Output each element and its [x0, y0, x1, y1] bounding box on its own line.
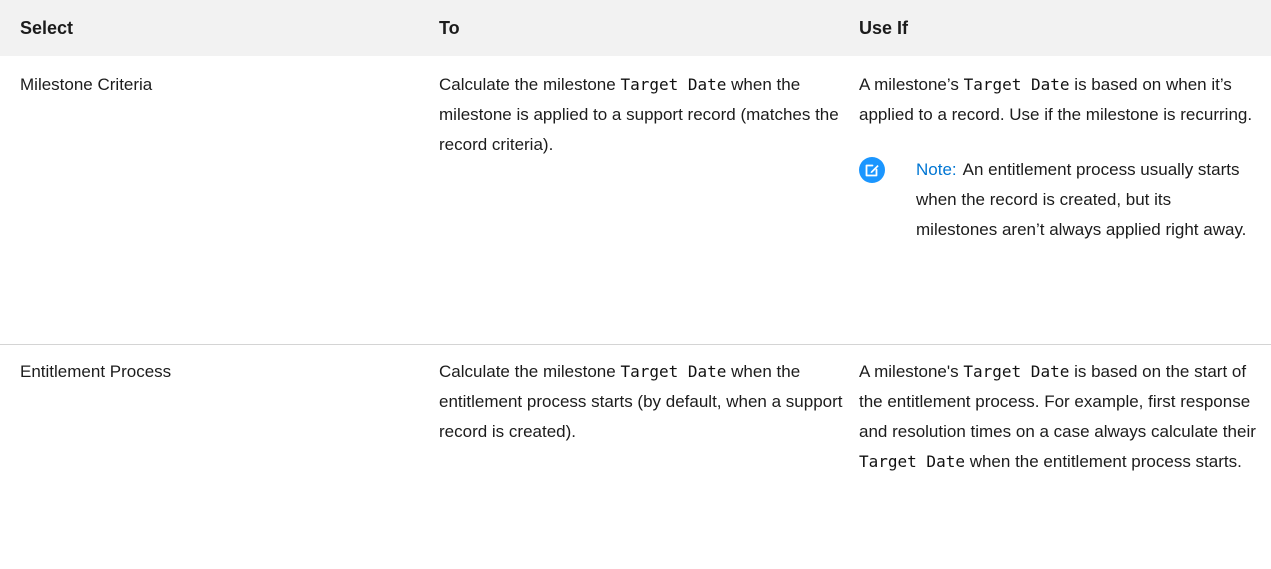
- row2-use-post: when the entitlement process starts.: [969, 452, 1242, 471]
- row2-use-code: Target Date: [963, 362, 1070, 381]
- row2-use-code2: Target Date: [859, 452, 965, 471]
- note-body: An entitlement process usually starts wh…: [916, 160, 1247, 239]
- row1-to-code: Target Date: [620, 75, 727, 94]
- row1-use-code: Target Date: [963, 75, 1070, 94]
- row2-use-if: A milestone's Target Date is based on th…: [859, 357, 1259, 477]
- row1-select: Milestone Criteria: [20, 75, 153, 94]
- note-text: Note: An entitlement process usually star…: [916, 155, 1256, 245]
- row2-select: Entitlement Process: [20, 362, 172, 381]
- header-select: Select: [20, 18, 74, 38]
- row2-use-pre: A milestone's: [859, 362, 959, 381]
- edit-note-icon: [859, 157, 885, 183]
- row2-to: Calculate the milestone Target Date when…: [439, 357, 847, 447]
- row1-use-pre: A milestone’s: [859, 75, 959, 94]
- row2-to-code: Target Date: [620, 362, 727, 381]
- header-to: To: [439, 18, 460, 38]
- row1-use-if: A milestone’s Target Date is based on wh…: [859, 70, 1259, 130]
- row1-to: Calculate the milestone Target Date when…: [439, 70, 847, 160]
- header-use-if: Use If: [859, 18, 909, 38]
- row1-to-pre: Calculate the milestone: [439, 75, 616, 94]
- row2-to-pre: Calculate the milestone: [439, 362, 616, 381]
- table-header: Select To Use If: [0, 0, 1271, 56]
- document-page: Select To Use If Milestone Criteria Calc…: [0, 0, 1271, 569]
- note-label: Note:: [916, 160, 957, 179]
- row-divider: [0, 344, 1271, 345]
